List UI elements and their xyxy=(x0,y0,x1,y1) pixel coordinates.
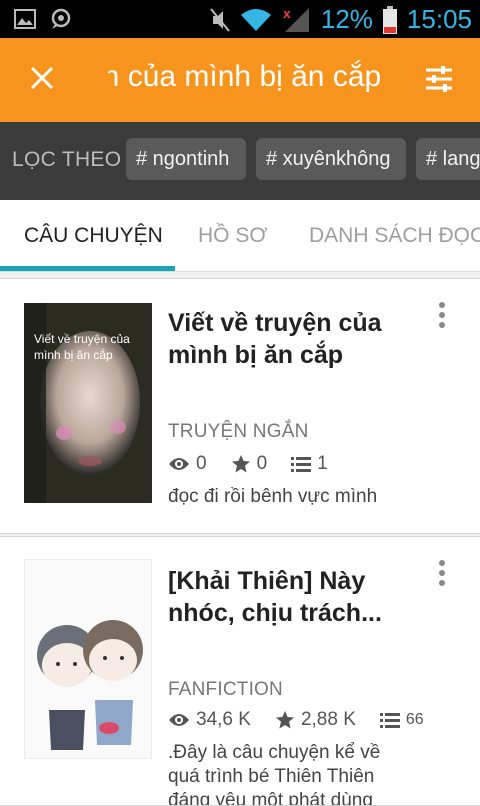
filter-tag-bar: LỌC THEO # ngontinh # xuyênkhông # lang xyxy=(0,122,480,200)
story-title[interactable]: [Khải Thiên] Này nhóc, chịu trách... xyxy=(168,565,430,629)
part-count: 66 xyxy=(405,711,424,728)
tab-stories[interactable]: CÂU CHUYỆN xyxy=(24,224,163,248)
story-title[interactable]: Viết về truyện của mình bị ăn cắp xyxy=(168,307,430,371)
more-options-icon[interactable] xyxy=(438,559,446,587)
story-card[interactable]: Viết về truyện của mình bị ăn cắp Viết v… xyxy=(0,278,480,534)
clock: 15:05 xyxy=(406,4,472,34)
story-category: TRUYỆN NGẮN xyxy=(168,421,309,442)
vote-count: 0 xyxy=(256,453,268,474)
eye-icon xyxy=(169,458,189,470)
tag-chip-ngontinh[interactable]: # ngontinh xyxy=(126,138,246,180)
story-category: FANFICTION xyxy=(168,679,283,700)
battery-percent: 12% xyxy=(320,4,373,34)
story-cover-image: Viết về truyện của mình bị ăn cắp xyxy=(24,303,152,503)
story-cover-image xyxy=(24,559,152,759)
story-description: .Đây là câu chuyện kể về quá trình bé Th… xyxy=(168,742,381,805)
active-tab-indicator xyxy=(0,266,175,271)
search-input[interactable]: ện của mình bị ăn cắp xyxy=(108,60,400,100)
parts-list-icon xyxy=(291,457,312,472)
story-description: đọc đi rồi bênh vực mình xyxy=(168,486,378,507)
search-bar: ện của mình bị ăn cắp xyxy=(0,38,480,122)
more-options-icon[interactable] xyxy=(438,301,446,329)
read-count: 0 xyxy=(196,453,207,474)
story-stats: 34,6 K 2,88 K 66 xyxy=(168,709,424,731)
battery-icon xyxy=(382,5,397,34)
chat-notification-icon xyxy=(51,8,71,29)
svg-text:x: x xyxy=(283,7,291,21)
story-stats: 0 0 1 xyxy=(168,453,328,475)
close-icon[interactable] xyxy=(26,62,58,94)
eye-icon xyxy=(169,714,189,726)
read-count: 34,6 K xyxy=(196,709,251,730)
tab-bar: CÂU CHUYỆN HỒ SƠ DANH SÁCH ĐỌC xyxy=(0,200,480,272)
filter-settings-icon[interactable] xyxy=(424,64,454,94)
story-cover-text: Viết về truyện của mình bị ăn cắp xyxy=(34,332,130,362)
signal-icon: x xyxy=(283,7,309,32)
part-count: 1 xyxy=(317,453,328,474)
tag-chip-xuyenkhong[interactable]: # xuyênkhông xyxy=(256,138,406,180)
tag-chip-lang[interactable]: # lang xyxy=(416,138,480,180)
mute-icon xyxy=(210,7,230,32)
filter-label: LỌC THEO xyxy=(12,148,122,171)
tab-reading-lists[interactable]: DANH SÁCH ĐỌC xyxy=(309,224,480,248)
image-notification-icon xyxy=(14,9,36,29)
wifi-icon xyxy=(240,8,271,31)
status-bar: x 12% 15:05 xyxy=(0,0,480,38)
star-icon xyxy=(231,455,250,473)
tab-profiles[interactable]: HỒ SƠ xyxy=(198,224,267,248)
vote-count: 2,88 K xyxy=(300,709,356,730)
parts-list-icon xyxy=(379,713,400,728)
star-icon xyxy=(275,711,294,729)
search-query-text: ện của mình bị ăn cắp xyxy=(108,60,382,93)
story-card[interactable]: [Khải Thiên] Này nhóc, chịu trách... FAN… xyxy=(0,536,480,806)
